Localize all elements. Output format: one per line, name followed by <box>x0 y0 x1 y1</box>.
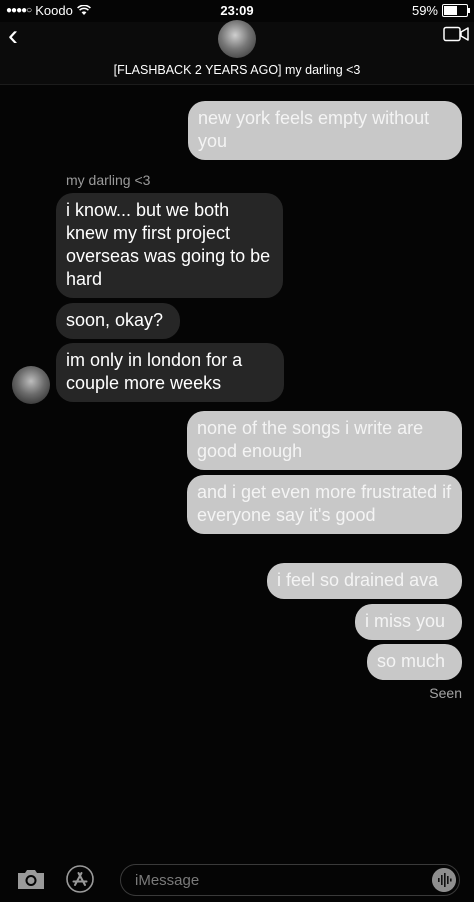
compose-bar: iMessage <box>0 856 474 902</box>
message-input-placeholder: iMessage <box>135 872 200 889</box>
received-message[interactable]: i know... but we both knew my first proj… <box>56 193 283 298</box>
message-input[interactable]: iMessage <box>120 864 460 896</box>
contact-avatar[interactable] <box>218 20 256 58</box>
received-message[interactable]: soon, okay? <box>56 303 180 339</box>
battery-percent: 59% <box>411 3 438 18</box>
conversation-header: ‹ [FLASHBACK 2 YEARS AGO] my darling <3 <box>0 20 474 85</box>
app-store-icon[interactable] <box>66 865 94 893</box>
status-bar: ●●●●○ Koodo 23:09 59% <box>0 0 474 22</box>
received-message[interactable]: im only in london for a couple more week… <box>56 343 284 402</box>
conversation-title[interactable]: [FLASHBACK 2 YEARS AGO] my darling <3 <box>0 63 474 77</box>
battery-fill <box>444 6 457 15</box>
camera-icon[interactable] <box>16 868 46 890</box>
sent-message[interactable]: none of the songs i write are good enoug… <box>187 411 462 470</box>
sent-message[interactable]: and i get even more frustrated if everyo… <box>187 475 462 534</box>
sender-name: my darling <3 <box>66 172 151 188</box>
video-camera-icon[interactable] <box>443 26 469 42</box>
contact-avatar-small <box>12 366 50 404</box>
sent-message[interactable]: new york feels empty without you <box>188 101 462 160</box>
sent-message[interactable]: so much <box>367 644 462 680</box>
battery-icon <box>442 4 470 17</box>
message-thread[interactable]: new york feels empty without you my darl… <box>0 84 474 774</box>
sent-message[interactable]: i miss you <box>355 604 462 640</box>
audio-waveform-icon[interactable] <box>432 868 456 892</box>
sent-message[interactable]: i feel so drained ava <box>267 563 462 599</box>
status-time: 23:09 <box>220 3 254 18</box>
chevron-left-icon[interactable]: ‹ <box>8 21 18 51</box>
read-receipt: Seen <box>429 685 462 701</box>
